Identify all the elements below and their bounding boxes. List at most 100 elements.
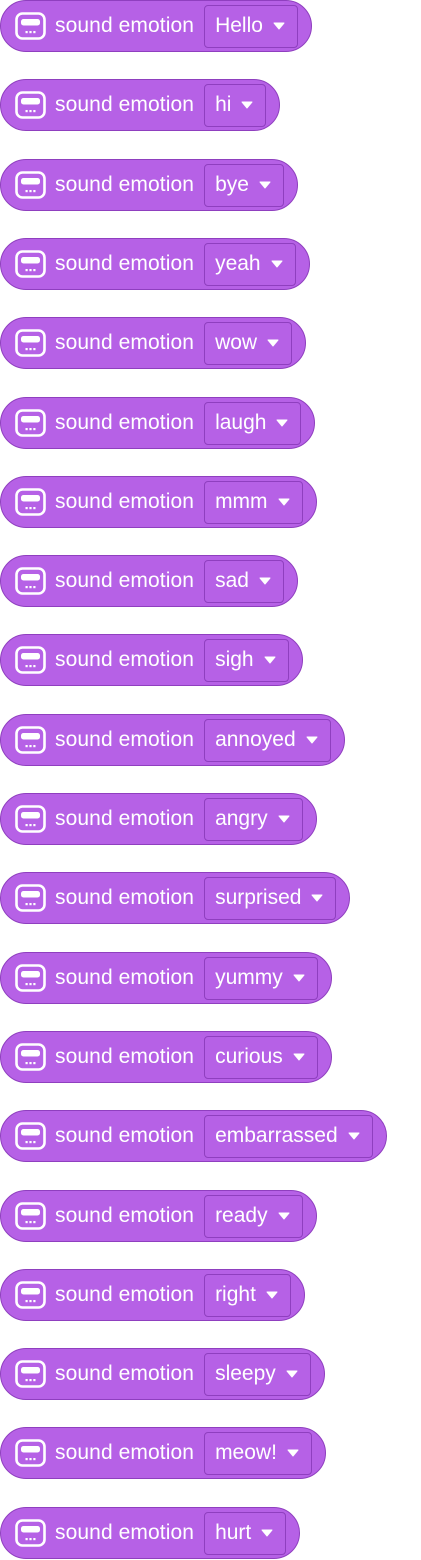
sound-emotion-block[interactable]: sound emotion Hello [0,0,312,52]
emotion-dropdown-value: annoyed [215,728,296,751]
emotion-dropdown[interactable]: sigh [204,638,289,682]
sound-emotion-block[interactable]: sound emotion right [0,1269,305,1321]
caret-down-icon [259,181,271,189]
block-label: sound emotion [55,1045,195,1068]
emotion-dropdown-value: curious [215,1045,283,1068]
caret-down-icon [266,1291,278,1299]
caret-down-icon [259,577,271,585]
sound-emotion-block[interactable]: sound emotion laugh [0,397,316,449]
emotion-dropdown-value: Hello [215,14,263,37]
emotion-dropdown[interactable]: embarrassed [204,1114,373,1158]
emotion-dropdown-value: ready [215,1204,268,1227]
robot-face-icon [15,12,46,40]
emotion-dropdown-value: angry [215,807,268,830]
emotion-dropdown-value: sad [215,569,249,592]
sound-emotion-block[interactable]: sound emotion embarrassed [0,1110,387,1162]
robot-face-icon [15,646,46,674]
emotion-dropdown[interactable]: sleepy [204,1352,311,1396]
emotion-dropdown-value: mmm [215,490,268,513]
caret-down-icon [264,656,276,664]
block-label: sound emotion [55,331,195,354]
robot-face-icon [15,964,46,992]
emotion-dropdown[interactable]: surprised [204,876,337,920]
emotion-dropdown[interactable]: mmm [204,480,303,524]
emotion-dropdown[interactable]: curious [204,1035,318,1079]
caret-down-icon [241,101,253,109]
caret-down-icon [278,1212,290,1220]
robot-face-icon [15,250,46,278]
emotion-dropdown[interactable]: ready [204,1194,303,1238]
emotion-dropdown-value: yeah [215,252,261,275]
emotion-dropdown-value: right [215,1283,256,1306]
sound-emotion-block[interactable]: sound emotion wow [0,317,307,369]
emotion-dropdown[interactable]: Hello [204,4,298,48]
block-label: sound emotion [55,807,195,830]
caret-down-icon [273,22,285,30]
emotion-dropdown-value: hurt [215,1521,252,1544]
block-label: sound emotion [55,93,195,116]
sound-emotion-block[interactable]: sound emotion annoyed [0,714,345,766]
emotion-dropdown[interactable]: sad [204,559,284,603]
sound-emotion-block[interactable]: sound emotion sleepy [0,1348,325,1400]
robot-face-icon [15,1360,46,1388]
caret-down-icon [278,815,290,823]
block-label: sound emotion [55,1204,195,1227]
sound-emotion-block[interactable]: sound emotion ready [0,1190,317,1242]
block-label: sound emotion [55,1124,195,1147]
robot-face-icon [15,1439,46,1467]
robot-face-icon [15,1122,46,1150]
sound-emotion-block[interactable]: sound emotion sigh [0,634,303,686]
sound-emotion-block[interactable]: sound emotion curious [0,1031,332,1083]
emotion-dropdown[interactable]: laugh [204,401,302,445]
sound-emotion-block[interactable]: sound emotion mmm [0,476,317,528]
robot-face-icon [15,409,46,437]
emotion-dropdown[interactable]: bye [204,163,284,207]
emotion-dropdown-value: sleepy [215,1362,276,1385]
emotion-dropdown-value: sigh [215,648,254,671]
sound-emotion-block[interactable]: sound emotion sad [0,555,298,607]
robot-face-icon [15,91,46,119]
robot-face-icon [15,1202,46,1230]
block-label: sound emotion [55,886,195,909]
block-label: sound emotion [55,1283,195,1306]
caret-down-icon [306,736,318,744]
block-label: sound emotion [55,569,195,592]
block-label: sound emotion [55,648,195,671]
sound-emotion-block[interactable]: sound emotion angry [0,793,317,845]
block-label: sound emotion [55,1362,195,1385]
emotion-dropdown[interactable]: wow [204,321,293,365]
robot-face-icon [15,488,46,516]
emotion-dropdown[interactable]: yummy [204,956,318,1000]
emotion-dropdown[interactable]: angry [204,797,303,841]
emotion-dropdown[interactable]: annoyed [204,718,331,762]
emotion-dropdown-value: bye [215,173,249,196]
robot-face-icon [15,1281,46,1309]
sound-emotion-block[interactable]: sound emotion yummy [0,952,332,1004]
emotion-dropdown[interactable]: right [204,1273,291,1317]
sound-emotion-block[interactable]: sound emotion bye [0,159,298,211]
caret-down-icon [348,1132,360,1140]
sound-emotion-block[interactable]: sound emotion meow! [0,1427,326,1479]
block-label: sound emotion [55,252,195,275]
emotion-dropdown[interactable]: hurt [204,1511,287,1555]
robot-face-icon [15,1519,46,1547]
caret-down-icon [271,260,283,268]
sound-emotion-block[interactable]: sound emotion surprised [0,872,351,924]
robot-face-icon [15,567,46,595]
sound-emotion-block[interactable]: sound emotion yeah [0,238,310,290]
caret-down-icon [276,419,288,427]
caret-down-icon [311,894,323,902]
block-label: sound emotion [55,490,195,513]
robot-face-icon [15,1043,46,1071]
robot-face-icon [15,884,46,912]
emotion-dropdown[interactable]: yeah [204,242,296,286]
block-label: sound emotion [55,173,195,196]
emotion-dropdown-value: yummy [215,966,283,989]
robot-face-icon [15,329,46,357]
sound-emotion-block[interactable]: sound emotion hi [0,79,281,131]
sound-emotion-block[interactable]: sound emotion hurt [0,1507,301,1559]
emotion-dropdown[interactable]: meow! [204,1431,312,1475]
emotion-dropdown-value: embarrassed [215,1124,338,1147]
block-label: sound emotion [55,411,195,434]
emotion-dropdown[interactable]: hi [204,83,267,127]
